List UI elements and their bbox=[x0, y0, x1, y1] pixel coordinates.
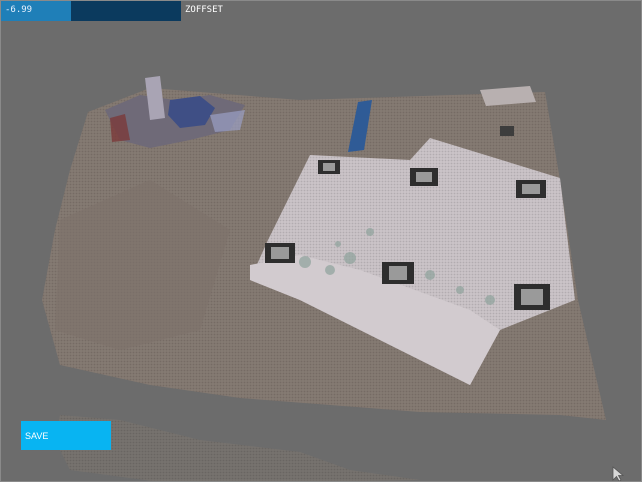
marker-5 bbox=[382, 262, 414, 284]
point-cloud-render[interactable] bbox=[0, 0, 642, 482]
marker-3 bbox=[516, 180, 546, 198]
zoffset-value: -6.99 bbox=[5, 5, 33, 15]
marker-4 bbox=[265, 243, 295, 263]
marker-2 bbox=[410, 168, 438, 186]
marker-6 bbox=[514, 284, 550, 310]
marker-1 bbox=[318, 160, 340, 174]
zoffset-slider[interactable]: -6.99 bbox=[0, 0, 181, 21]
save-button[interactable]: SAVE bbox=[21, 421, 111, 450]
zoffset-label: ZOFFSET bbox=[185, 5, 223, 15]
point-cloud-viewport[interactable]: -6.99 ZOFFSET SAVE bbox=[0, 0, 642, 482]
mouse-cursor-icon bbox=[612, 466, 625, 482]
save-button-label: SAVE bbox=[25, 431, 49, 441]
